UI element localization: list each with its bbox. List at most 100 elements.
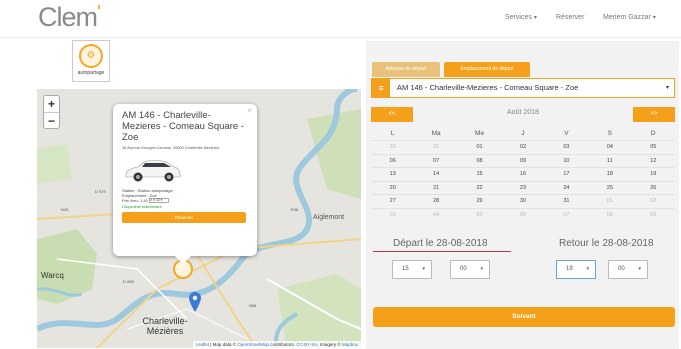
nav-services-menu[interactable]: Services ▾: [505, 14, 537, 21]
chevron-down-icon: ▾: [638, 266, 641, 272]
calendar-day[interactable]: 28: [414, 194, 458, 208]
return-hour-select[interactable]: 19 ▾: [556, 260, 596, 279]
popup-close-icon[interactable]: ×: [247, 106, 252, 115]
chevron-down-icon: ▾: [586, 266, 589, 272]
calendar-day[interactable]: 06: [371, 153, 415, 168]
attribution-leaflet-link[interactable]: Leaflet: [196, 342, 210, 347]
calendar-month-label: Août 2018: [507, 109, 539, 116]
calendar-weekday: V: [564, 130, 569, 137]
calendar-day[interactable]: 02: [501, 140, 545, 154]
calendar-day[interactable]: 31: [544, 194, 589, 208]
map-label-road-d979: D 979: [95, 189, 106, 194]
calendar-day[interactable]: 01: [588, 194, 632, 208]
calendar-weekday: Me: [475, 130, 485, 137]
popup-tip: [175, 256, 191, 264]
clem-logo[interactable]: Clem': [38, 2, 101, 33]
calendar-next-button[interactable]: >>: [633, 107, 675, 122]
departure-hour-select[interactable]: 15 ▾: [392, 260, 432, 279]
calendar-day[interactable]: 11: [588, 153, 632, 168]
calendar-day[interactable]: 04: [588, 140, 632, 154]
menu-icon[interactable]: ≡: [372, 79, 390, 97]
calendar-day[interactable]: 07: [544, 207, 589, 222]
calendar-day[interactable]: 08: [588, 207, 632, 222]
return-label: Retour le 28-08-2018: [559, 238, 654, 249]
calendar-day[interactable]: 09: [501, 153, 545, 168]
calendar-day[interactable]: 30: [501, 194, 545, 208]
calendar-day[interactable]: 05: [631, 140, 675, 154]
attribution-osm-link[interactable]: OpenStreetMap: [237, 342, 269, 347]
popup-title: AM 146 - Charleville-Mezieres - Comeau S…: [122, 110, 244, 143]
zoom-in-button[interactable]: +: [44, 96, 59, 112]
calendar-day[interactable]: 12: [631, 153, 675, 168]
calendar-day[interactable]: 31: [414, 140, 458, 154]
tab-departure-location[interactable]: Emplacement de départ: [444, 62, 530, 77]
map-label-road-n43: N43: [61, 207, 69, 212]
map-label-city-text: Charleville- Mézières: [142, 316, 188, 336]
calendar-day[interactable]: 16: [501, 167, 545, 181]
popup-duration-select[interactable]: 0 h 30 ▾: [148, 198, 169, 204]
popup-price-label: Prix /heu: 1,40: [122, 198, 148, 203]
attribution-license-link[interactable]: CC-BY-SA: [296, 342, 317, 347]
calendar-day[interactable]: 24: [544, 180, 589, 195]
calendar-weekday: Ma: [431, 130, 441, 137]
caret-down-icon: ▾: [652, 15, 656, 21]
nav-user-menu[interactable]: Meriem Gazzar ▾: [603, 14, 656, 21]
tab-departure-address[interactable]: Adresse de départ: [372, 62, 440, 77]
zoom-out-button[interactable]: −: [44, 112, 59, 128]
top-navbar: Clem' Services ▾ Réserver Meriem Gazzar ▾: [0, 0, 681, 38]
popup-availability: Disponible maintenant: [122, 204, 162, 210]
calendar-day[interactable]: 02: [631, 194, 675, 208]
calendar-day[interactable]: 10: [544, 153, 589, 168]
next-button[interactable]: Suivant: [373, 307, 675, 327]
calendar-day[interactable]: 21: [414, 180, 458, 195]
station-select[interactable]: ≡ AM 146 - Charleville-Mezieres - Comeau…: [371, 78, 675, 98]
station-popup: × AM 146 - Charleville-Mezieres - Comeau…: [113, 104, 257, 264]
popup-address: 16 Avenue Georges Corneau, 08000 Charlev…: [122, 146, 220, 150]
calendar-day[interactable]: 27: [371, 194, 415, 208]
map[interactable]: + − Warcq Aiglemont N43 D 979 E46 D 989 …: [37, 89, 361, 348]
departure-underline: [373, 251, 511, 252]
calendar-day[interactable]: 23: [501, 180, 545, 195]
calendar-day[interactable]: 30: [371, 140, 415, 154]
popup-reserve-button[interactable]: Réserver: [122, 212, 246, 224]
nav-reserver-link[interactable]: Réserver: [556, 14, 584, 21]
calendar-day[interactable]: 20: [371, 180, 415, 195]
calendar-day[interactable]: 17: [544, 167, 589, 181]
date-calendar: << Août 2018 >> L Ma Me J V S D 30 31 01 02 03 04 05 0…: [371, 103, 675, 221]
station-select-value: AM 146 - Charleville-Mezieres - Comeau S…: [397, 83, 579, 92]
calendar-day[interactable]: 26: [631, 180, 675, 195]
calendar-day[interactable]: 07: [414, 153, 458, 168]
car-sharing-icon: ⚙: [79, 44, 103, 68]
calendar-day[interactable]: 05: [457, 207, 502, 222]
calendar-day[interactable]: 14: [414, 167, 458, 181]
calendar-day[interactable]: 06: [501, 207, 545, 222]
map-label-aiglemont: Aiglemont: [313, 214, 345, 221]
calendar-day[interactable]: 13: [371, 167, 415, 181]
attribution-mapbox-link[interactable]: Mapbox: [342, 342, 358, 347]
calendar-day[interactable]: 03: [544, 140, 589, 154]
calendar-header: << Août 2018 >>: [371, 103, 675, 122]
calendar-day[interactable]: 15: [457, 167, 502, 181]
map-label-warcq: Warcq: [41, 271, 64, 280]
zoom-control: + −: [43, 95, 60, 129]
return-minute-select[interactable]: 00 ▾: [608, 260, 648, 279]
calendar-day[interactable]: 03: [371, 207, 415, 222]
popup-price-row: Prix /heu: 1,40 0 h 30 ▾: [122, 198, 248, 204]
calendar-day[interactable]: 01: [457, 140, 502, 154]
map-label-road-e46: E46: [291, 207, 299, 212]
chevron-down-icon: ▾: [665, 85, 669, 91]
calendar-day[interactable]: 19: [631, 167, 675, 181]
calendar-day[interactable]: 08: [457, 153, 502, 168]
calendar-day[interactable]: 04: [414, 207, 458, 222]
calendar-day[interactable]: 18: [588, 167, 632, 181]
departure-minute-select[interactable]: 00 ▾: [450, 260, 490, 279]
chevron-down-icon: ▾: [480, 266, 483, 272]
chevron-down-icon: ▾: [422, 266, 425, 272]
calendar-day[interactable]: 25: [588, 180, 632, 195]
calendar-day[interactable]: 09: [631, 207, 675, 222]
location-pin-icon[interactable]: [189, 292, 201, 312]
calendar-weekday: L: [390, 130, 395, 137]
map-attribution: Leaflet | Map data © OpenStreetMap contr…: [192, 341, 361, 348]
calendar-day[interactable]: 29: [457, 194, 502, 208]
calendar-day[interactable]: 22: [457, 180, 502, 195]
